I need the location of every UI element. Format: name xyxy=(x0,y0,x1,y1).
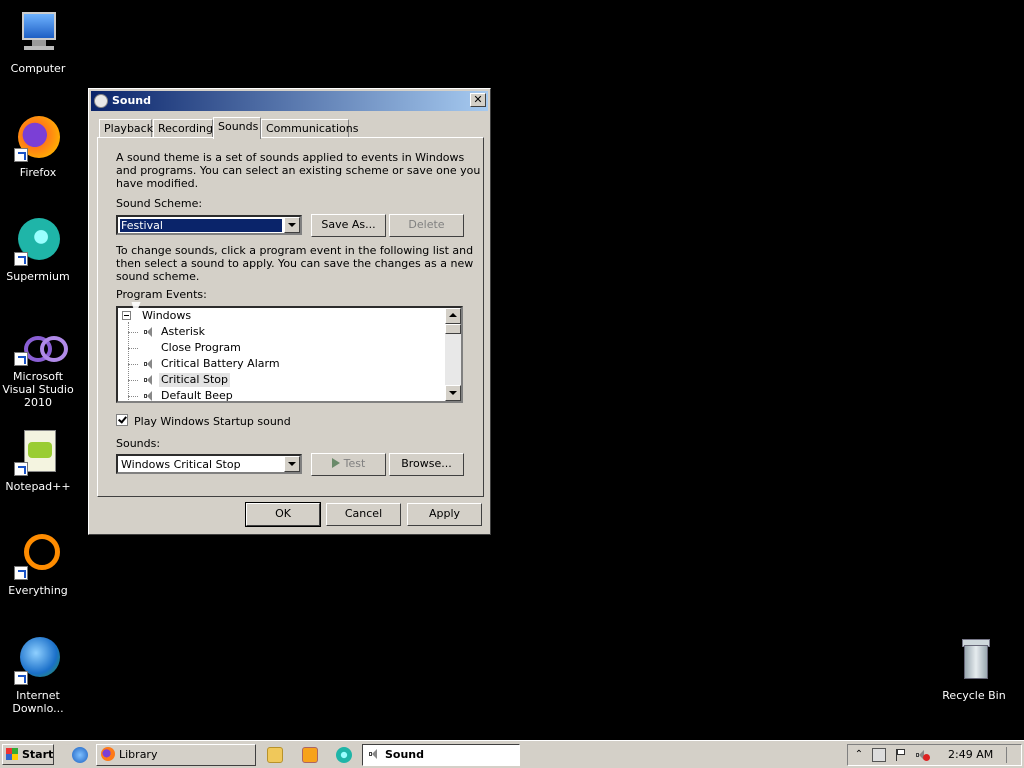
desktop-icon-label: Microsoft Visual Studio 2010 xyxy=(2,370,74,409)
tree-node-windows[interactable]: Windows xyxy=(142,309,191,323)
sounds-label: Sounds: xyxy=(116,437,161,450)
desktop-icon-everything[interactable]: Everything xyxy=(0,532,78,597)
recycle-bin-icon xyxy=(950,637,998,685)
desktop-icon-firefox[interactable]: Firefox xyxy=(0,114,78,179)
desktop-icon-computer[interactable]: Computer xyxy=(0,10,78,75)
save-as-button[interactable]: Save As... xyxy=(311,214,386,237)
desktop-icon-visual-studio[interactable]: Microsoft Visual Studio 2010 xyxy=(0,330,78,409)
title-bar[interactable]: Sound ✕ xyxy=(91,91,488,111)
event-item-close-program[interactable]: Close Program xyxy=(161,341,241,355)
tab-playback[interactable]: Playback xyxy=(99,119,154,137)
test-label: Test xyxy=(343,457,366,470)
speaker-icon xyxy=(144,359,154,369)
program-events-label: Program Events: xyxy=(116,288,207,301)
taskbar-button-label: Library xyxy=(119,748,158,761)
close-icon: ✕ xyxy=(473,93,483,106)
start-button[interactable]: Start xyxy=(2,744,54,765)
speaker-icon xyxy=(144,375,154,385)
show-desktop-button[interactable] xyxy=(1006,747,1019,763)
test-button[interactable]: Test xyxy=(311,453,386,476)
program-events-list[interactable]: Windows Asterisk Close Program Critical … xyxy=(116,306,463,403)
change-instructions-line-1: To change sounds, click a program event … xyxy=(116,244,474,257)
delete-button[interactable]: Delete xyxy=(389,214,464,237)
speaker-icon xyxy=(369,749,379,759)
close-button[interactable]: ✕ xyxy=(470,93,486,107)
taskbar-button-label: Sound xyxy=(385,748,425,761)
visual-studio-icon xyxy=(14,330,68,366)
notepadpp-icon xyxy=(14,428,62,476)
sounds-select[interactable]: Windows Critical Stop xyxy=(116,454,302,474)
windows-logo-icon xyxy=(6,748,18,760)
network-icon[interactable] xyxy=(872,748,886,762)
event-item-default-beep[interactable]: Default Beep xyxy=(161,389,233,401)
theme-description-line-3: have modified. xyxy=(116,177,199,190)
supermium-icon xyxy=(14,218,62,266)
sound-scheme-select[interactable]: Festival xyxy=(116,215,302,235)
desktop-icon-label: Notepad++ xyxy=(5,480,71,493)
browse-button[interactable]: Browse... xyxy=(389,453,464,476)
everything-icon xyxy=(14,532,62,580)
tab-label: Playback xyxy=(104,122,154,135)
firefox-icon xyxy=(14,114,62,162)
theme-description-line-1: A sound theme is a set of sounds applied… xyxy=(116,151,465,164)
desktop-icon-notepadpp[interactable]: Notepad++ xyxy=(0,428,78,493)
scroll-up-button[interactable] xyxy=(445,308,461,324)
event-item-critical-battery-alarm[interactable]: Critical Battery Alarm xyxy=(161,357,280,371)
firefox-icon xyxy=(101,747,115,761)
sound-scheme-value: Festival xyxy=(119,218,283,233)
desktop-icon-supermium[interactable]: Supermium xyxy=(0,218,78,283)
apply-button[interactable]: Apply xyxy=(407,503,482,526)
clock[interactable]: 2:49 AM xyxy=(948,748,993,762)
tab-label: Communications xyxy=(266,122,359,135)
change-instructions-line-2: then select a sound to apply. You can sa… xyxy=(116,257,474,270)
cancel-button[interactable]: Cancel xyxy=(326,503,401,526)
desktop-icon-label: Recycle Bin xyxy=(942,689,1006,702)
speaker-icon xyxy=(144,327,154,337)
scroll-thumb[interactable] xyxy=(445,324,461,334)
taskbar-button-sound[interactable]: Sound xyxy=(362,744,520,766)
event-item-critical-stop[interactable]: Critical Stop xyxy=(159,373,230,387)
event-item-asterisk[interactable]: Asterisk xyxy=(161,325,205,339)
tab-label: Recording xyxy=(158,122,214,135)
tab-sounds[interactable]: Sounds xyxy=(213,117,261,139)
tab-recording[interactable]: Recording xyxy=(153,119,213,137)
play-icon xyxy=(331,458,340,468)
scroll-down-button[interactable] xyxy=(445,385,461,401)
desktop-icon-label: Supermium xyxy=(6,270,70,283)
start-label: Start xyxy=(22,748,54,761)
taskbar: Start Library Sound ⌃ 2:49 AM xyxy=(0,740,1024,768)
sound-scheme-label: Sound Scheme: xyxy=(116,197,203,210)
window-title: Sound xyxy=(112,94,152,107)
chevron-down-icon[interactable] xyxy=(284,217,300,233)
speaker-icon xyxy=(144,391,154,401)
desktop-icon-idm[interactable]: Internet Downlo... xyxy=(0,637,78,715)
desktop-icon-label: Firefox xyxy=(19,166,57,179)
events-scrollbar[interactable] xyxy=(445,308,461,401)
supermium-icon[interactable] xyxy=(336,747,352,763)
media-player-icon[interactable] xyxy=(302,747,318,763)
theme-description-line-2: and programs. You can select an existing… xyxy=(116,164,481,177)
speaker-icon xyxy=(94,94,108,108)
flag-icon[interactable] xyxy=(894,748,908,762)
internet-explorer-icon[interactable] xyxy=(72,747,88,763)
ok-button[interactable]: OK xyxy=(245,502,321,527)
chevron-down-icon[interactable] xyxy=(284,456,300,472)
volume-muted-icon[interactable] xyxy=(916,748,930,762)
chevron-up-icon[interactable]: ⌃ xyxy=(852,748,866,762)
startup-sound-label[interactable]: Play Windows Startup sound xyxy=(134,415,291,428)
desktop-icon-label: Computer xyxy=(10,62,66,75)
desktop-icon-recycle-bin[interactable]: Recycle Bin xyxy=(934,637,1014,702)
computer-icon xyxy=(14,10,62,58)
system-tray: ⌃ 2:49 AM xyxy=(847,744,1022,766)
startup-sound-checkbox[interactable] xyxy=(116,414,128,426)
sounds-value: Windows Critical Stop xyxy=(121,458,241,471)
desktop-icon-label: Everything xyxy=(8,584,68,597)
change-instructions-line-3: sound scheme. xyxy=(116,270,200,283)
taskbar-button-library[interactable]: Library xyxy=(96,744,256,766)
tab-label: Sounds xyxy=(218,120,259,133)
tab-communications[interactable]: Communications xyxy=(261,119,358,137)
desktop-icon-label: Internet Downlo... xyxy=(12,689,64,715)
idm-icon xyxy=(14,637,62,685)
folder-icon[interactable] xyxy=(267,747,283,763)
